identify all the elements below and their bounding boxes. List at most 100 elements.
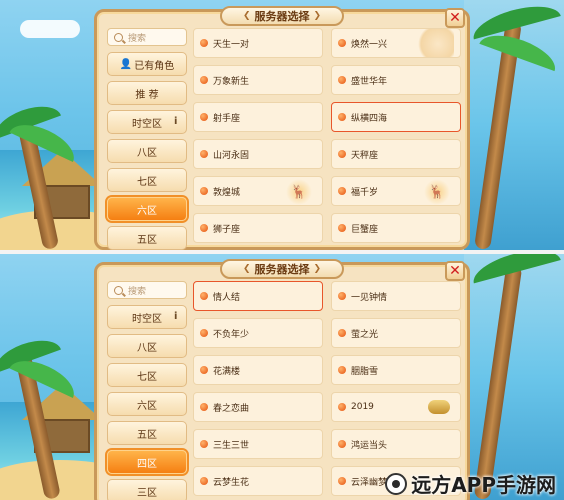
fire-dot-icon — [338, 440, 346, 448]
server-name: 福千岁 — [351, 187, 379, 198]
sidebar-item-zone-6[interactable]: 六区 — [107, 197, 187, 221]
server-item[interactable]: 三生三世 — [193, 429, 323, 459]
search-input[interactable]: 搜索 — [107, 28, 187, 46]
sidebar-item-label: 四区 — [137, 458, 157, 470]
server-name: 敦煌城 — [213, 187, 241, 198]
fire-dot-icon — [338, 366, 346, 374]
person-icon: 👤 — [119, 58, 133, 70]
server-item[interactable]: 敦煌城 🦌 — [193, 176, 323, 206]
fire-dot-icon — [338, 150, 346, 158]
sidebar-item-zone-7[interactable]: 七区 — [107, 168, 187, 192]
server-name: 盛世华年 — [351, 76, 388, 87]
sidebar-item-label: 八区 — [137, 342, 157, 354]
search-placeholder: 搜索 — [128, 286, 147, 297]
server-item[interactable]: 胭脂雪 — [331, 355, 461, 385]
fire-dot-icon — [338, 113, 346, 121]
server-item[interactable]: 射手座 — [193, 102, 323, 132]
ornament-icon: ❯ — [313, 264, 322, 274]
server-name: 射手座 — [213, 113, 241, 124]
sidebar-item-label: 已有角色 — [134, 60, 175, 72]
badge-icon — [428, 400, 450, 414]
sidebar-item-label: 时空区 — [132, 118, 162, 130]
watermark-text: 远方APP手游网 — [411, 473, 556, 497]
server-item[interactable]: 狮子座 — [193, 213, 323, 243]
deer-icon: 🦌 — [286, 179, 312, 205]
server-name: 情人结 — [213, 292, 241, 303]
sidebar-item-timespace[interactable]: 时空区 ⅰ — [107, 305, 187, 329]
close-icon: ✕ — [449, 263, 461, 279]
sidebar-item-zone-3[interactable]: 三区 — [107, 479, 187, 500]
info-icon: ⅰ — [174, 311, 178, 322]
fire-dot-icon — [200, 187, 208, 195]
server-item[interactable]: 一见钟情 — [331, 281, 461, 311]
fire-dot-icon — [200, 366, 208, 374]
server-item-selected[interactable]: 纵横四海 — [331, 102, 461, 132]
server-item[interactable]: 福千岁 🦌 — [331, 176, 461, 206]
server-name: 胭脂雪 — [351, 366, 379, 377]
fire-dot-icon — [200, 224, 208, 232]
sidebar-item-zone-6[interactable]: 六区 — [107, 392, 187, 416]
server-name: 纵横四海 — [351, 113, 388, 124]
fire-dot-icon — [200, 440, 208, 448]
sidebar-item-zone-4[interactable]: 四区 — [107, 450, 187, 474]
server-item[interactable]: 天秤座 — [331, 139, 461, 169]
server-name: 云梦生花 — [213, 477, 250, 488]
close-icon: ✕ — [449, 10, 461, 26]
top-screenshot: ❮ 服务器选择 ❯ ✕ 搜索 👤 已有角色 推 荐 时空区 ⅰ 八区 七区 六区 五… — [0, 0, 564, 250]
server-name: 2019 — [351, 402, 374, 412]
sidebar-item-zone-5[interactable]: 五区 — [107, 421, 187, 445]
server-name: 三生三世 — [213, 440, 250, 451]
server-name: 焕然一兴 — [351, 39, 388, 50]
sidebar-item-recommended[interactable]: 推 荐 — [107, 81, 187, 105]
sidebar-item-zone-5[interactable]: 五区 — [107, 226, 187, 250]
server-item[interactable]: 春之恋曲 — [193, 392, 323, 422]
fire-dot-icon — [338, 403, 346, 411]
search-icon — [114, 32, 123, 42]
fire-dot-icon — [338, 329, 346, 337]
server-name: 狮子座 — [213, 224, 241, 235]
server-item[interactable]: 不负年少 — [193, 318, 323, 348]
character-portrait — [414, 29, 454, 57]
sidebar-item-timespace[interactable]: 时空区 ⅰ — [107, 110, 187, 134]
server-item[interactable]: 焕然一兴 — [331, 28, 461, 58]
close-button[interactable]: ✕ — [445, 8, 465, 28]
server-item[interactable]: 花满楼 — [193, 355, 323, 385]
info-icon: ⅰ — [174, 116, 178, 127]
sidebar-item-label: 三区 — [137, 487, 157, 499]
sidebar-item-zone-8[interactable]: 八区 — [107, 334, 187, 358]
server-name: 万象新生 — [213, 76, 250, 87]
search-input[interactable]: 搜索 — [107, 281, 187, 299]
dialog-title: 服务器选择 — [254, 10, 310, 23]
watermark-logo-icon — [385, 472, 408, 495]
deer-icon: 🦌 — [424, 179, 450, 205]
server-name: 山河永固 — [213, 150, 250, 161]
sidebar-item-existing-roles[interactable]: 👤 已有角色 — [107, 52, 187, 76]
cloud — [20, 20, 80, 38]
close-button[interactable]: ✕ — [445, 261, 465, 281]
server-item[interactable]: 万象新生 — [193, 65, 323, 95]
server-item[interactable]: 天生一对 — [193, 28, 323, 58]
server-name: 春之恋曲 — [213, 403, 250, 414]
server-item[interactable]: 萤之光 — [331, 318, 461, 348]
server-name: 天秤座 — [351, 150, 379, 161]
server-item-selected[interactable]: 情人结 — [193, 281, 323, 311]
server-item[interactable]: 山河永固 — [193, 139, 323, 169]
server-select-dialog: ❮ 服务器选择 ❯ ✕ 搜索 时空区 ⅰ 八区 七区 六区 五区 四区 三区 情人… — [94, 259, 470, 500]
search-icon — [114, 285, 123, 295]
sidebar-item-label: 八区 — [137, 147, 157, 159]
server-name: 萤之光 — [351, 329, 379, 340]
server-item[interactable]: 2019 — [331, 392, 461, 422]
server-name: 鸿运当头 — [351, 440, 388, 451]
server-item[interactable]: 巨蟹座 — [331, 213, 461, 243]
server-item[interactable]: 鸿运当头 — [331, 429, 461, 459]
sidebar-item-zone-8[interactable]: 八区 — [107, 139, 187, 163]
fire-dot-icon — [200, 403, 208, 411]
server-item[interactable]: 盛世华年 — [331, 65, 461, 95]
sidebar-item-label: 六区 — [137, 205, 157, 217]
server-item[interactable]: 云梦生花 — [193, 466, 323, 496]
server-name: 花满楼 — [213, 366, 241, 377]
sidebar-item-label: 五区 — [137, 234, 157, 246]
sidebar-item-zone-7[interactable]: 七区 — [107, 363, 187, 387]
sidebar: 搜索 👤 已有角色 推 荐 时空区 ⅰ 八区 七区 六区 五区 — [107, 28, 187, 250]
dialog-title-bar: ❮ 服务器选择 ❯ — [220, 6, 344, 26]
